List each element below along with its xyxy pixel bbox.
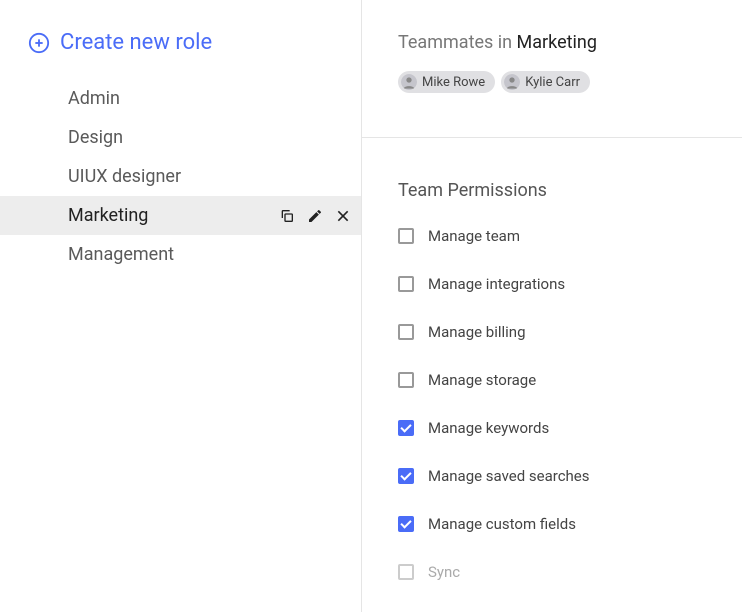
teammate-name: Kylie Carr — [525, 75, 580, 90]
permission-row-manage-team[interactable]: Manage team — [398, 227, 742, 245]
role-label: Design — [68, 127, 123, 148]
teammates-row: Mike Rowe Kylie Carr — [398, 71, 742, 93]
role-label: UIUX designer — [68, 166, 181, 187]
checkbox[interactable] — [398, 228, 414, 244]
sidebar-item-management[interactable]: Management — [0, 235, 361, 274]
main-panel: Teammates in Marketing Mike Rowe Kylie C… — [362, 0, 742, 612]
teammate-name: Mike Rowe — [422, 75, 485, 90]
permission-row-manage-custom-fields[interactable]: Manage custom fields — [398, 515, 742, 533]
checkbox[interactable] — [398, 468, 414, 484]
permission-row-manage-saved-searches[interactable]: Manage saved searches — [398, 467, 742, 485]
permission-label: Manage keywords — [428, 419, 549, 437]
sidebar-item-marketing[interactable]: Marketing — [0, 196, 361, 235]
permission-label: Manage billing — [428, 323, 526, 341]
sidebar-item-admin[interactable]: Admin — [0, 79, 361, 118]
permissions-section: Team Permissions Manage team Manage inte… — [398, 138, 742, 581]
checkbox[interactable] — [398, 516, 414, 532]
permission-label: Sync — [428, 563, 460, 581]
checkbox[interactable] — [398, 276, 414, 292]
permission-row-sync[interactable]: Sync — [398, 563, 742, 581]
sidebar-item-uiux-designer[interactable]: UIUX designer — [0, 157, 361, 196]
role-list: Admin Design UIUX designer Marketing — [0, 79, 361, 274]
copy-icon[interactable] — [279, 208, 295, 224]
create-role-label: Create new role — [60, 30, 212, 55]
close-icon[interactable] — [335, 208, 351, 224]
teammate-chip[interactable]: Kylie Carr — [501, 71, 590, 93]
role-actions — [279, 208, 351, 224]
checkbox[interactable] — [398, 420, 414, 436]
teammates-role-name: Marketing — [517, 32, 597, 53]
permission-label: Manage storage — [428, 371, 536, 389]
teammate-chip[interactable]: Mike Rowe — [398, 71, 495, 93]
permission-row-manage-billing[interactable]: Manage billing — [398, 323, 742, 341]
teammates-header: Teammates in Marketing — [398, 32, 742, 53]
permission-label: Manage saved searches — [428, 467, 590, 485]
checkbox[interactable] — [398, 372, 414, 388]
permission-label: Manage integrations — [428, 275, 565, 293]
permission-row-manage-keywords[interactable]: Manage keywords — [398, 419, 742, 437]
role-label: Management — [68, 244, 174, 265]
permission-label: Manage custom fields — [428, 515, 576, 533]
permissions-title: Team Permissions — [398, 180, 742, 201]
teammates-prefix: Teammates in — [398, 32, 517, 53]
create-role-button[interactable]: Create new role — [0, 30, 361, 55]
permission-row-manage-integrations[interactable]: Manage integrations — [398, 275, 742, 293]
sidebar: Create new role Admin Design UIUX design… — [0, 0, 362, 612]
avatar-icon — [401, 74, 417, 90]
pencil-icon[interactable] — [307, 208, 323, 224]
checkbox[interactable] — [398, 564, 414, 580]
permission-row-manage-storage[interactable]: Manage storage — [398, 371, 742, 389]
checkbox[interactable] — [398, 324, 414, 340]
role-label: Marketing — [68, 205, 148, 226]
sidebar-item-design[interactable]: Design — [0, 118, 361, 157]
avatar-icon — [504, 74, 520, 90]
plus-circle-icon — [28, 32, 50, 54]
permission-label: Manage team — [428, 227, 520, 245]
role-label: Admin — [68, 88, 120, 109]
